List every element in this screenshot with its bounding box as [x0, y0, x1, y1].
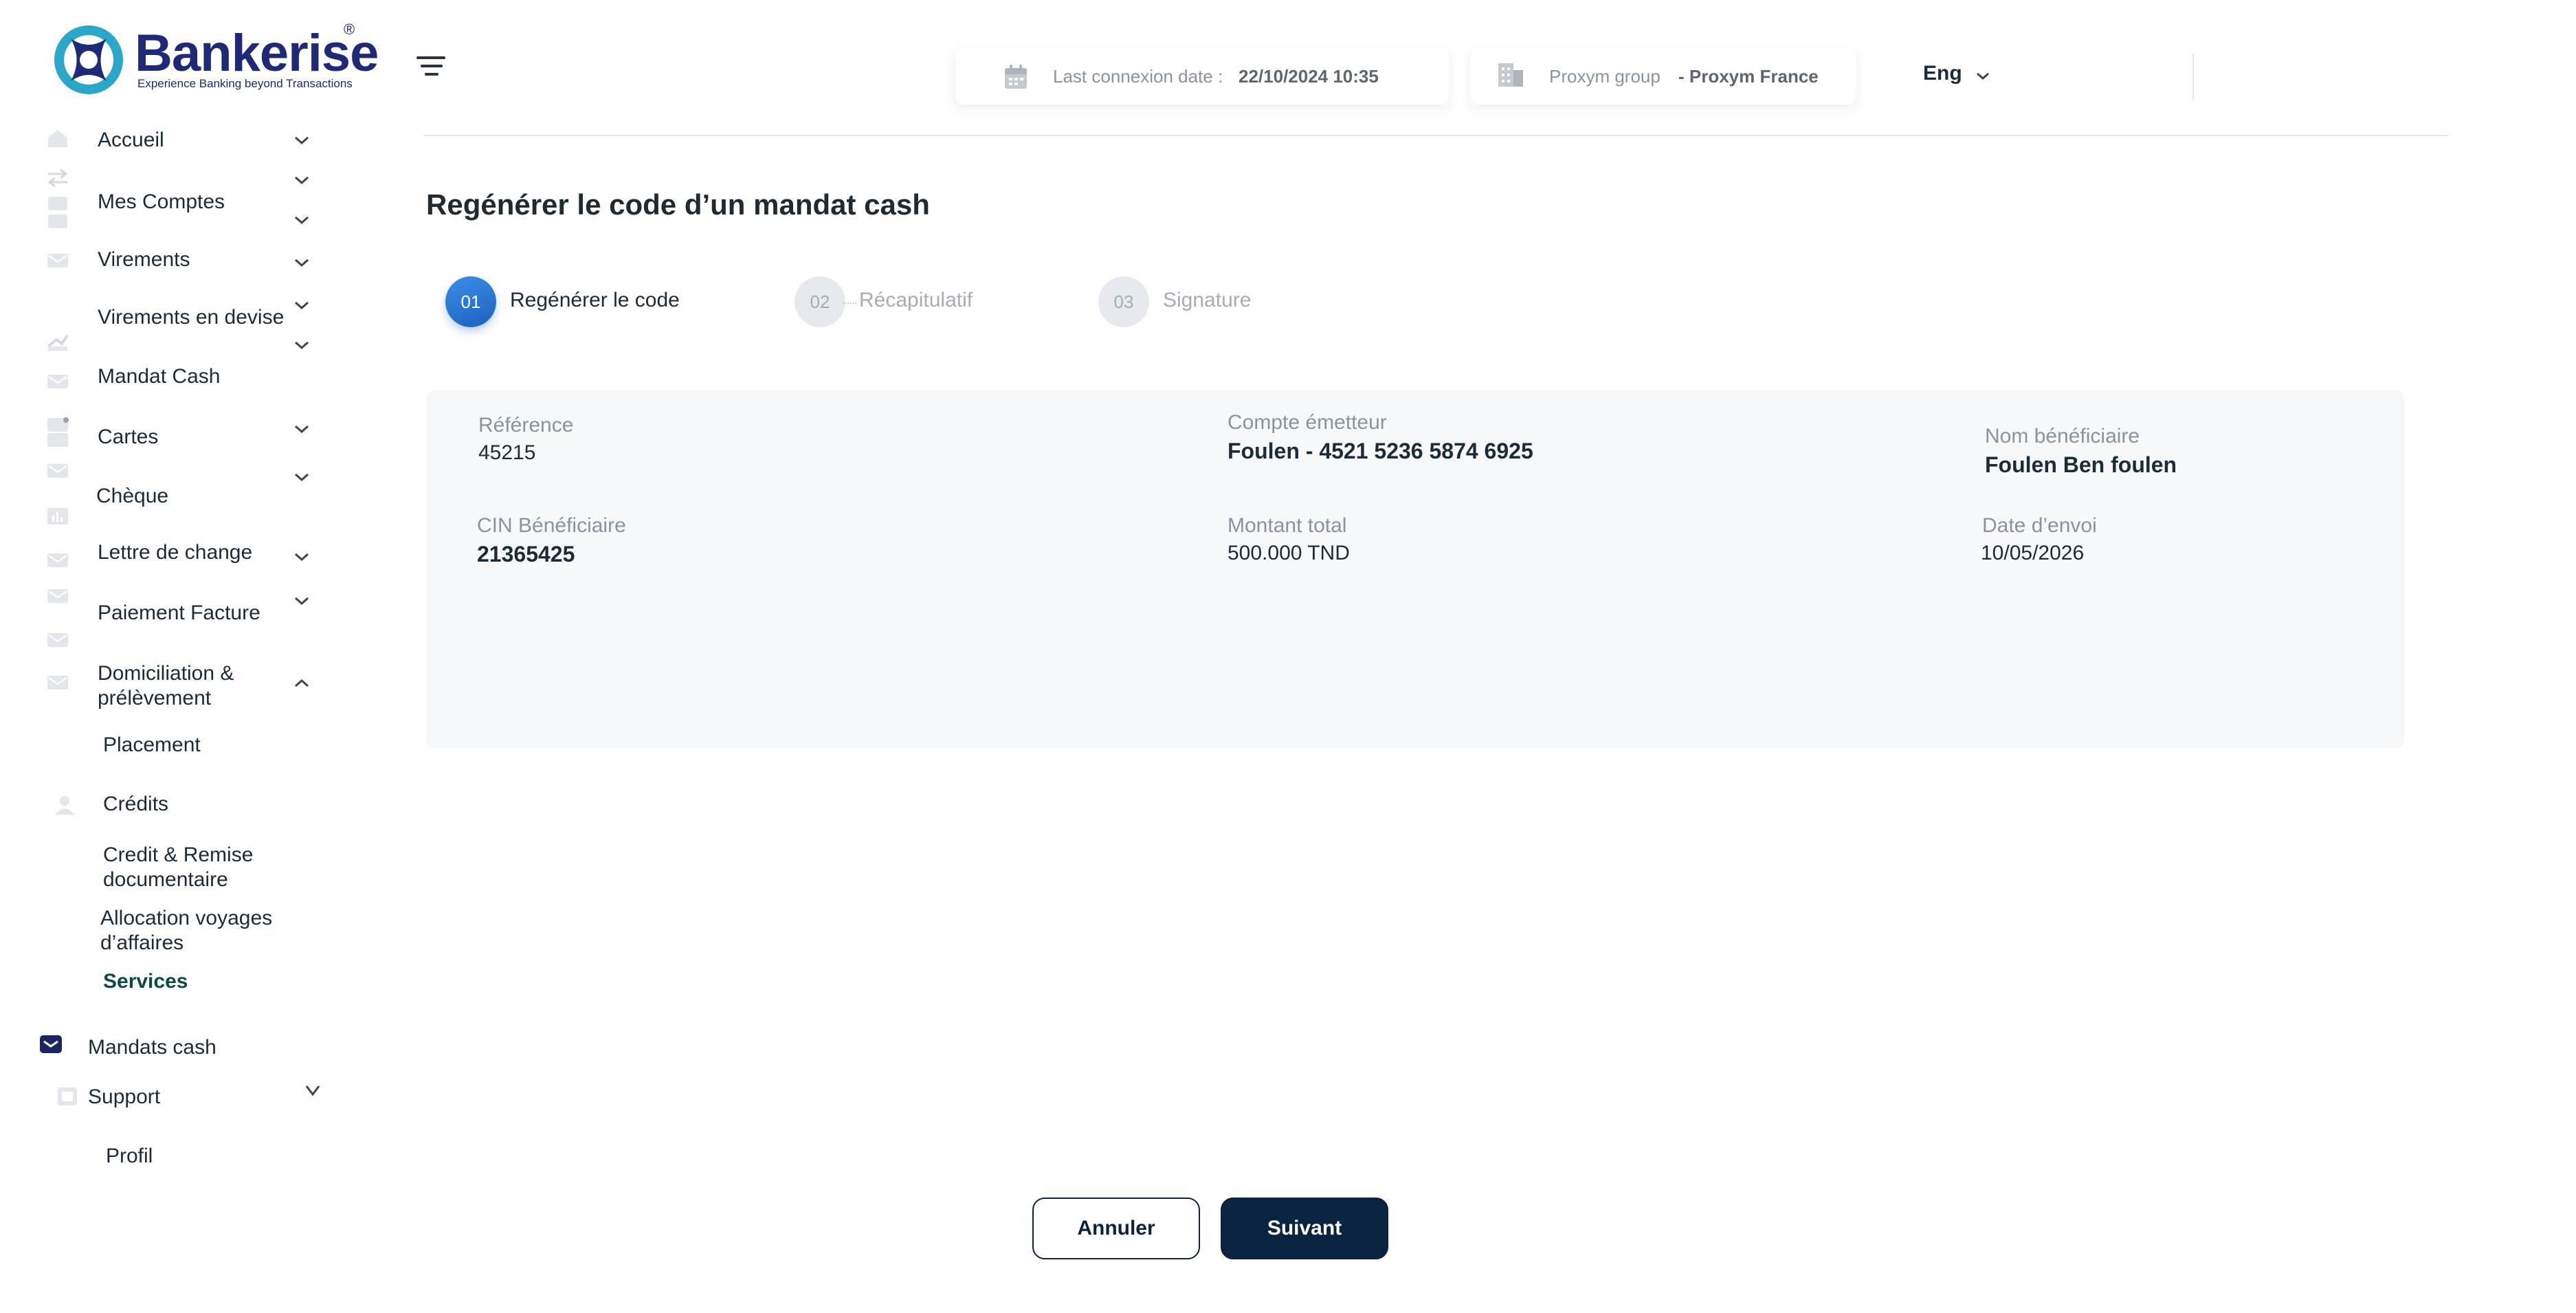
- group-label: Proxym group: [1549, 66, 1661, 87]
- reference-value: 45215: [478, 441, 536, 464]
- sidebar-item-label: Mandat Cash: [98, 365, 221, 388]
- wallet-icon: [48, 197, 67, 228]
- sidebar-item-label: Virements: [98, 248, 190, 271]
- compte-emetteur-label: Compte émetteur: [1228, 411, 1387, 434]
- mail-icon: [47, 254, 68, 267]
- menu-toggle-icon[interactable]: [415, 54, 447, 78]
- sidebar-item-label: Credit & Remise: [103, 843, 254, 866]
- sidebar-item-label: Paiement Facture: [98, 602, 260, 624]
- sidebar-item-label: Crédits: [103, 793, 169, 815]
- sidebar-item-label: Support: [88, 1085, 161, 1108]
- mail-icon: [47, 676, 68, 689]
- chevron-down-icon[interactable]: [291, 173, 312, 187]
- mail-icon: [47, 375, 68, 388]
- next-button[interactable]: Suivant: [1221, 1198, 1388, 1259]
- sidebar-item-label: Mandats cash: [88, 1036, 216, 1059]
- chevron-down-icon[interactable]: [291, 338, 312, 352]
- registered-mark: ®: [344, 21, 355, 38]
- step-2-label: Récapitulatif: [859, 289, 973, 311]
- step-1-label: Regénérer le code: [510, 289, 680, 311]
- last-connexion-card: Last connexion date : 22/10/2024 10:35: [955, 48, 1449, 104]
- exchange-icon: [47, 168, 68, 188]
- step-1-circle[interactable]: 01: [445, 276, 496, 327]
- step-3-label: Signature: [1163, 289, 1252, 311]
- date-envoi-label: Date d’envoi: [1982, 514, 2097, 537]
- exchange-icon: [47, 334, 69, 351]
- sidebar-item-label: Accueil: [98, 129, 164, 151]
- sidebar-item-label: Profil: [106, 1145, 153, 1167]
- compte-emetteur-value: Foulen - 4521 5236 5874 6925: [1228, 439, 1533, 463]
- sidebar-item-label: Cartes: [98, 426, 159, 448]
- chevron-down-icon[interactable]: [291, 133, 312, 147]
- group-card[interactable]: Proxym group - Proxym France: [1471, 48, 1856, 104]
- last-connexion-label: Last connexion date :: [1053, 66, 1223, 87]
- sidebar-item-label: Chèque: [96, 485, 169, 507]
- chevron-down-icon: [1977, 72, 1989, 80]
- header-separator: [2192, 54, 2194, 100]
- cancel-button[interactable]: Annuler: [1032, 1198, 1200, 1259]
- chevron-down-icon[interactable]: [291, 298, 312, 312]
- sidebar-item-label: d’affaires: [100, 931, 184, 954]
- page-title: Regénérer le code d’un mandat cash: [426, 188, 930, 221]
- header-divider: [423, 135, 2448, 136]
- reference-label: Référence: [478, 414, 574, 437]
- chevron-down-icon[interactable]: [291, 213, 312, 227]
- sidebar-item-label: documentaire: [103, 868, 228, 891]
- step-3-circle[interactable]: 03: [1098, 276, 1149, 327]
- home-icon: [48, 130, 67, 147]
- step-2-circle[interactable]: 02: [795, 276, 845, 327]
- language-value: Eng: [1923, 62, 1962, 85]
- mail-filled-icon: [40, 1035, 62, 1053]
- support-icon: [58, 1088, 77, 1105]
- mail-icon: [47, 633, 68, 647]
- nom-beneficiaire-value: Foulen Ben foulen: [1985, 452, 2177, 477]
- cin-beneficiaire-value: 21365425: [477, 542, 575, 566]
- brand-name: Bankerise: [135, 24, 379, 82]
- mail-icon: [47, 553, 68, 567]
- sidebar-item-label: Allocation voyages: [100, 907, 273, 929]
- cin-beneficiaire-label: CIN Bénéficiaire: [477, 514, 626, 537]
- sidebar-item-label: Lettre de change: [98, 541, 253, 564]
- sidebar-item-label: Mes Comptes: [98, 190, 225, 213]
- sidebar-item-label: Services: [103, 970, 188, 993]
- sidebar-item-label: Domiciliation &: [98, 662, 234, 685]
- step-connector: [843, 302, 856, 304]
- chevron-down-icon[interactable]: [291, 256, 312, 269]
- sidebar-item-label: Placement: [103, 733, 201, 756]
- last-connexion-value: 22/10/2024 10:35: [1239, 66, 1379, 87]
- card-icon: [47, 417, 69, 447]
- montant-total-label: Montant total: [1228, 514, 1347, 537]
- montant-total-value: 500.000 TND: [1228, 542, 1350, 564]
- chevron-down-icon[interactable]: [291, 594, 312, 608]
- mail-icon: [47, 589, 68, 603]
- bankerise-logo-icon: [54, 25, 123, 94]
- chevron-down-icon[interactable]: [291, 422, 312, 436]
- sidebar-item-label: prélèvement: [98, 687, 212, 709]
- brand-tagline: Experience Banking beyond Transactions: [137, 77, 353, 90]
- building-icon: [1498, 63, 1523, 87]
- chevron-up-icon[interactable]: [291, 676, 312, 690]
- group-value: - Proxym France: [1678, 66, 1819, 87]
- user-icon: [55, 796, 74, 815]
- chevron-down-icon[interactable]: [302, 1083, 323, 1097]
- nom-beneficiaire-label: Nom bénéficiaire: [1985, 425, 2140, 448]
- chevron-down-icon[interactable]: [291, 470, 312, 484]
- date-envoi-value: 10/05/2026: [1981, 542, 2085, 564]
- mandat-details-panel: Référence 45215 Compte émetteur Foulen -…: [426, 390, 2404, 748]
- calendar-icon: [1005, 65, 1027, 89]
- chart-icon: [47, 508, 68, 525]
- sidebar-item-label: Virements en devise: [98, 306, 285, 329]
- brand-logo[interactable]: Bankerise ® Experience Banking beyond Tr…: [52, 21, 379, 100]
- chevron-down-icon[interactable]: [291, 550, 312, 564]
- mail-icon: [47, 464, 68, 478]
